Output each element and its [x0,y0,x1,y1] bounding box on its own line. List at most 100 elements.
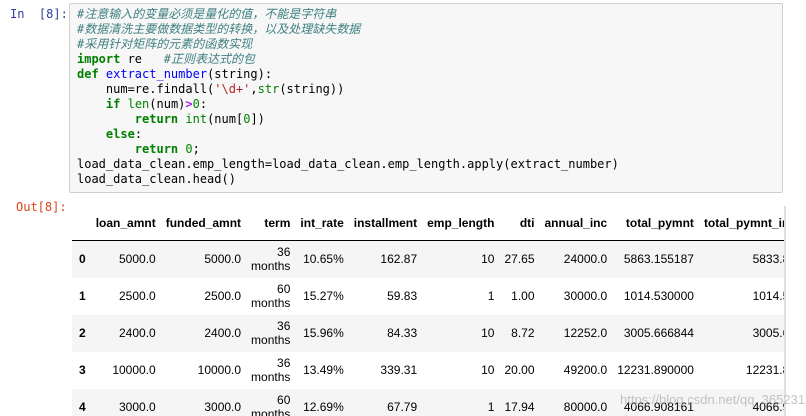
keyword: import [77,52,121,66]
code-text: : [134,127,143,141]
table-cell: 5000.0 [119,252,156,267]
table-cell: 1014.53 [752,289,784,303]
table-cell: 5833.84 [752,252,784,267]
table-cell: 36 months [251,356,291,384]
code-line-6: num=re.findall('\d+',str(string)) [77,82,344,97]
code-text: : [199,97,208,111]
column-header: int_rate [295,206,349,241]
operator: > [185,97,193,111]
table-cell: 13.49% [303,363,344,377]
column-header: annual_inc [539,206,613,241]
table-cell: 60 months [251,282,291,310]
code-text: (string): [207,67,273,81]
table-cell: 5000.0 [204,252,242,267]
code-text: (num[ [207,112,244,126]
row-index: 2 [79,326,86,340]
right-margin [784,0,806,416]
table-cell: 36 months [251,319,291,347]
code-text: (num) [149,97,186,111]
column-header: installment [348,206,423,241]
output-area[interactable]: loan_amnt funded_amnt term int_rate inst… [72,206,784,416]
table-cell: 60 months [251,393,291,416]
table-cell: 1 [487,400,495,414]
column-header: emp_length [422,206,500,241]
table-row: 2 2400.0 2400.0 36 months 15.96% 84.33 1… [72,314,784,352]
table-cell: 17.94 [504,400,535,414]
table-cell: 12252.0 [563,326,608,340]
table-cell: 15.96% [303,326,344,340]
table-cell: 10 [481,252,495,267]
table-row: 0 5000.0 5000.0 36 months 10.65% 162.87 … [72,240,784,278]
table-cell: 15.27% [303,289,344,303]
table-cell: 10000.0 [112,363,156,377]
code-line-9: else: [77,127,142,142]
table-cell: 1 [487,289,495,303]
code-comment: #数据清洗主要做数据类型的转换，以及处理缺失数据 [77,22,361,36]
table-cell: 59.83 [387,289,418,303]
table-cell: 162.87 [380,252,418,267]
column-header [72,206,91,241]
code-line-11: load_data_clean.emp_length=load_data_cle… [77,157,619,172]
code-comment: #采用针对矩阵的元素的函数实现 [77,37,253,51]
builtin: int [185,112,208,126]
keyword: if [105,97,121,111]
table-cell: 20.00 [504,363,535,377]
code-line-1: #注意输入的变量必须是量化的值，不能是字符串 [77,7,336,22]
table-cell: 8.72 [511,326,535,340]
row-index: 1 [79,289,86,303]
keyword: def [77,67,99,81]
input-prompt: In [8]: [10,7,68,21]
table-cell: 27.65 [504,252,535,267]
table-cell: 84.33 [387,326,418,340]
code-line-2: #数据清洗主要做数据类型的转换，以及处理缺失数据 [77,22,360,37]
table-cell: 30000.0 [563,289,608,303]
table-header-row: loan_amnt funded_amnt term int_rate inst… [72,206,784,241]
row-index: 3 [79,363,86,377]
table-cell: 10 [481,326,495,340]
string-literal: '\d+' [214,82,251,96]
row-index: 0 [79,252,86,267]
column-header: funded_amnt [160,206,247,241]
code-line-8: return int(num[0]) [77,112,265,127]
table-row: 3 10000.0 10000.0 36 months 13.49% 339.3… [72,352,784,389]
code-line-5: def extract_number(string): [77,67,272,82]
column-header: term [246,206,296,241]
keyword: return [134,112,179,126]
table-cell: 2400.0 [119,326,156,340]
function-name: extract_number [98,67,208,81]
table-cell: 2400.0 [204,326,242,340]
table-cell: 36 months [251,245,291,274]
table-cell: 339.31 [380,363,418,377]
code-text: , [250,82,258,96]
code-text: num=re.findall( [77,82,215,96]
watermark: https://blog.csdn.net/qq_36523136 [620,392,806,407]
code-comment: #注意输入的变量必须是量化的值，不能是字符串 [77,7,337,21]
code-text: ; [192,142,200,156]
table-cell: 10 [481,363,495,377]
column-header: loan_amnt [90,206,161,241]
keyword: return [134,142,179,156]
table-cell: 3000.0 [204,400,242,414]
table-cell: 12231.890000 [617,363,694,377]
table-row: 1 2500.0 2500.0 60 months 15.27% 59.83 1… [72,278,784,315]
column-header: total_pymnt [612,206,699,241]
table-cell: 10.65% [303,252,344,267]
code-line-7: if len(num)>0: [77,97,207,112]
code-line-3: #采用针对矩阵的元素的函数实现 [77,37,252,52]
code-comment: #正则表达式的包 [163,52,255,66]
builtin: str [257,82,280,96]
code-editor[interactable]: #注意输入的变量必须是量化的值，不能是字符串 #数据清洗主要做数据类型的转换，以… [69,3,783,193]
table-cell: 3000.0 [119,400,156,414]
table-cell: 3005.67 [752,326,784,340]
builtin: len [127,97,150,111]
keyword: else [105,127,135,141]
code-text: load_data_clean.head() [77,172,236,186]
table-cell: 24000.0 [563,252,608,267]
horizontal-scroll-edge[interactable] [784,206,786,416]
code-cell[interactable]: In [8]: #注意输入的变量必须是量化的值，不能是字符串 #数据清洗主要做数… [0,0,806,200]
